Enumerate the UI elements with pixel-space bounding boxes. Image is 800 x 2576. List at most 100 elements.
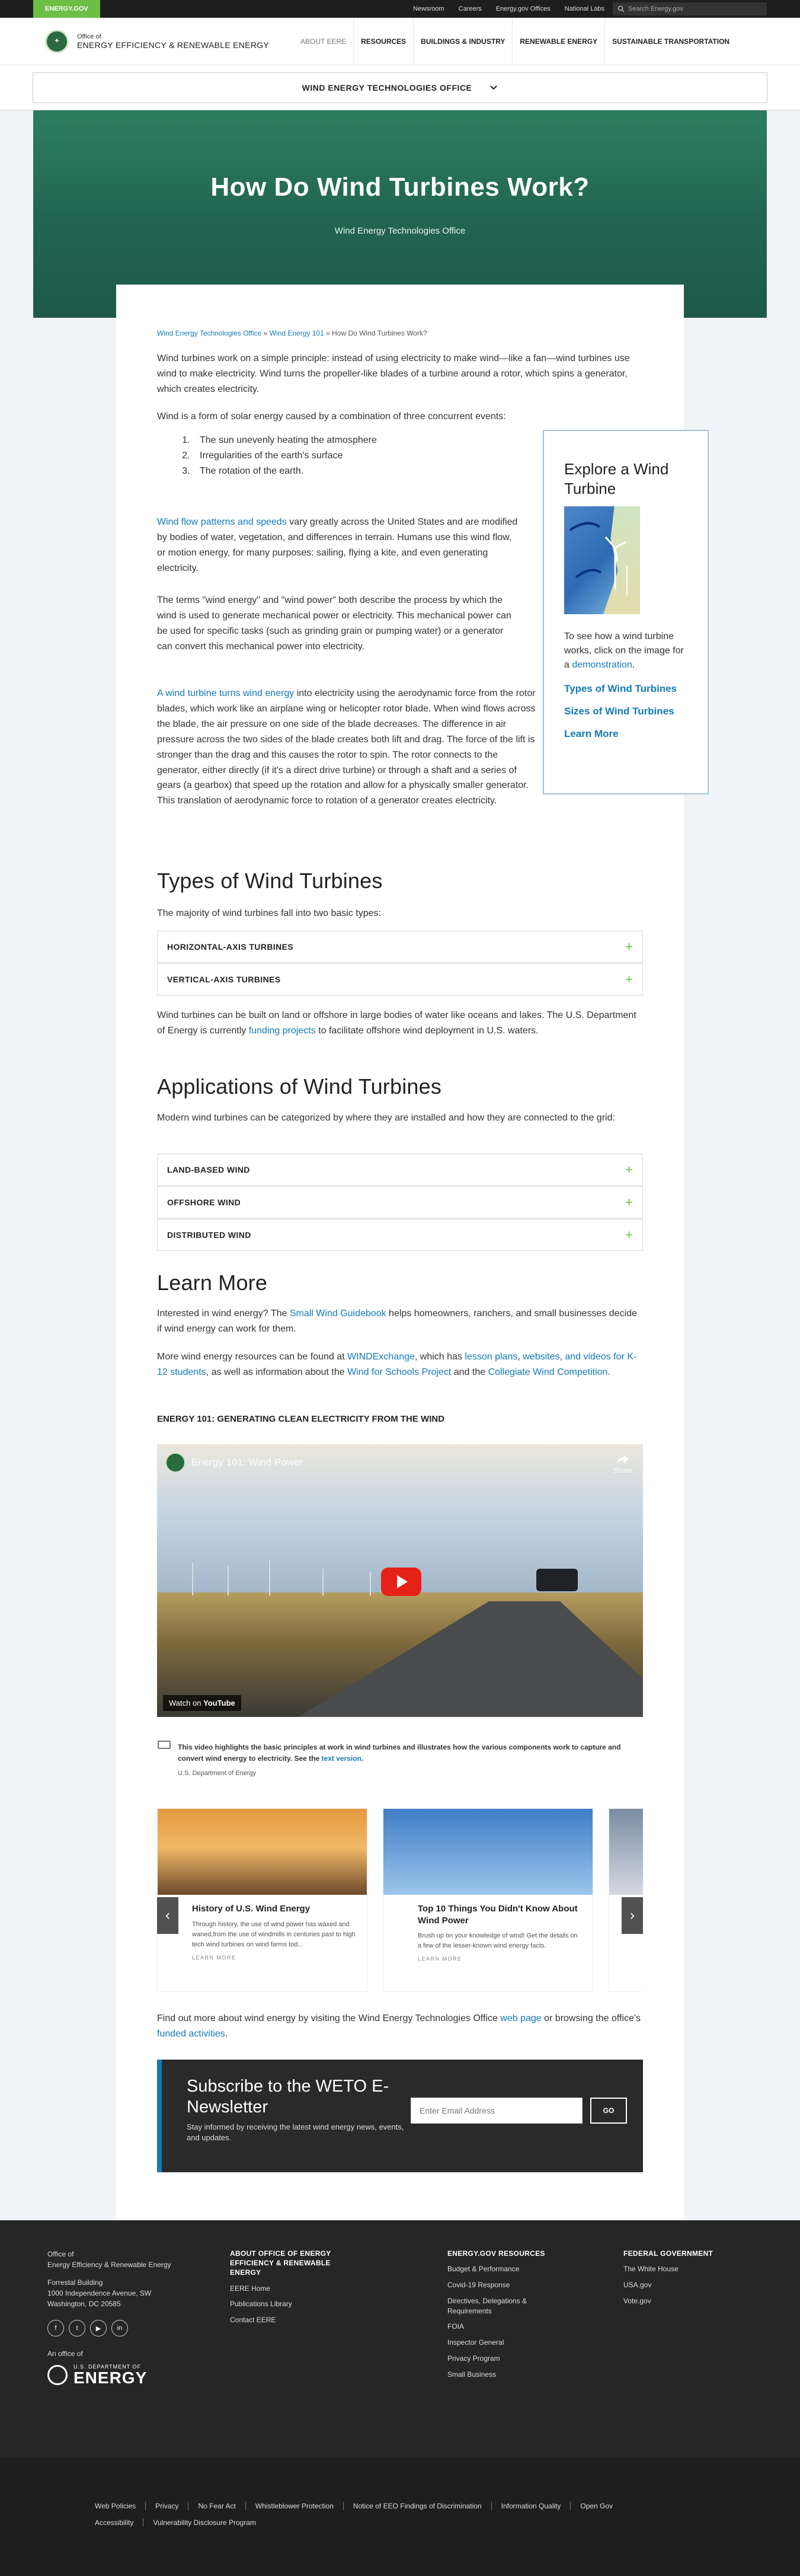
wind-flow-link[interactable]: Wind flow patterns and speeds [157,517,287,527]
footer-link[interactable]: EERE Home [230,2284,348,2294]
energy-gov-tab[interactable]: ENERGY.GOV [33,0,100,18]
carousel-next-button[interactable]: › [622,1897,643,1934]
footer-policy-link[interactable]: Accessibility [95,2518,143,2527]
nav-buildings-industry[interactable]: BUILDINGS & INDUSTRY [413,18,512,65]
footer-link[interactable]: Inspector General [447,2338,566,2348]
outro-text: Find out more about wind energy by visit… [157,2013,501,2023]
watch-on-youtube-button[interactable]: Watch on YouTube [163,1695,241,1711]
footer-link[interactable]: USA.gov [623,2280,742,2290]
footer-policy-link[interactable]: No Fear Act [188,2502,245,2510]
twitter-icon[interactable]: t [69,2320,85,2336]
card-image-sunset-turbines [158,1809,367,1895]
breadcrumb-link-weto[interactable]: Wind Energy Technologies Office [157,329,261,337]
wind-turbine-link[interactable]: A wind turbine turns wind energy [157,688,294,698]
carousel-card[interactable]: Top 10 Things You Didn't Know About Wind… [383,1808,593,1992]
footer-link[interactable]: FOIA [447,2322,566,2332]
utility-link-offices[interactable]: Energy.gov Offices [496,5,551,12]
learn-text: , as well as information about the [206,1367,348,1377]
channel-avatar [165,1453,185,1473]
footer-office-name[interactable]: Energy Efficiency & Renewable Energy [47,2259,201,2270]
carousel-prev-button[interactable]: ‹ [157,1897,178,1934]
email-field[interactable] [411,2098,583,2124]
search-input[interactable]: Search Energy.gov [613,2,767,15]
nav-sustainable-transportation[interactable]: SUSTAINABLE TRANSPORTATION [604,18,737,65]
intro-paragraph: Wind flow patterns and speeds vary great… [157,515,519,576]
share-label: Share [613,1466,632,1474]
share-button[interactable]: Share [613,1454,632,1474]
learn-paragraph: More wind energy resources can be found … [157,1349,643,1380]
accordion-vertical-axis[interactable]: VERTICAL-AXIS TURBINES + [157,963,643,995]
footer-policy-link[interactable]: Privacy [145,2502,188,2510]
footer-policy-link[interactable]: Notice of EEO Findings of Discrimination [343,2502,491,2510]
youtube-logo: YouTube [203,1699,235,1707]
plus-icon: + [625,939,633,954]
footer-policy-link[interactable]: Information Quality [491,2502,571,2510]
lesson-plans-link[interactable]: lesson plans [465,1352,517,1362]
footer-link[interactable]: Covid-19 Response [447,2280,566,2290]
windexchange-link[interactable]: WINDExchange [347,1352,415,1362]
card-description: Brush up on your knowledge of wind! Get … [418,1932,578,1950]
nav-resources[interactable]: RESOURCES [353,18,413,65]
video-credit: U.S. Department of Energy [178,1770,257,1777]
accordion-offshore[interactable]: OFFSHORE WIND + [157,1186,643,1218]
sidebar-link-learn-more[interactable]: Learn More [564,728,687,740]
footer-link[interactable]: The White House [623,2264,742,2274]
small-wind-guidebook-link[interactable]: Small Wind Guidebook [290,1308,386,1319]
doe-logo[interactable]: U.S. DEPARTMENT OF ENERGY [47,2364,201,2386]
footer-link[interactable]: Small Business [447,2370,566,2380]
intro-paragraph: The terms "wind energy" and "wind power"… [157,595,511,652]
footer-policy-link[interactable]: Web Policies [95,2502,145,2510]
funding-projects-link[interactable]: funding projects [249,1026,316,1036]
sidebar-link-sizes[interactable]: Sizes of Wind Turbines [564,706,687,717]
websites-link[interactable]: websites [523,1352,559,1362]
accordion-land-based[interactable]: LAND-BASED WIND + [157,1154,643,1186]
footer-policy-link[interactable]: Whistleblower Protection [245,2502,343,2510]
video-heading: ENERGY 101: GENERATING CLEAN ELECTRICITY… [157,1414,445,1424]
funded-activities-link[interactable]: funded activities [157,2029,225,2039]
youtube-icon[interactable]: ▶ [90,2320,107,2336]
demonstration-link[interactable]: demonstration [572,660,632,670]
nav-about-eere[interactable]: ABOUT EERE [293,18,353,65]
outro-text: or browsing the office's [541,2013,641,2023]
wind-for-schools-link[interactable]: Wind for Schools Project [347,1367,451,1377]
footer-link[interactable]: Privacy Program [447,2354,566,2364]
carousel-card[interactable]: History of U.S. Wind Energy Through hist… [157,1808,367,1992]
play-button[interactable] [381,1568,421,1596]
footer-link[interactable]: Directives, Delegations & Requirements [447,2296,566,2316]
footer-policy-link[interactable]: Vulnerability Disclosure Program [143,2518,265,2527]
plus-icon: + [625,1195,633,1209]
subscribe-go-button[interactable]: GO [590,2098,627,2124]
card-learn-more[interactable]: LEARN MORE [158,1950,367,1961]
eere-logo[interactable]: ✦ Office of ENERGY EFFICIENCY & RENEWABL… [45,29,269,53]
card-learn-more[interactable]: LEARN MORE [383,1951,593,1962]
types-intro: The majority of wind turbines fall into … [157,908,381,918]
web-page-link[interactable]: web page [500,2013,541,2023]
intro-paragraph: Wind is a form of solar energy caused by… [157,411,506,422]
sidebar-link-types[interactable]: Types of Wind Turbines [564,683,687,695]
facebook-icon[interactable]: f [47,2320,64,2336]
video-player[interactable]: Energy 101: Wind Power Share Watch on Yo… [157,1444,643,1717]
utility-link-labs[interactable]: National Labs [565,5,604,12]
utility-link-careers[interactable]: Careers [459,5,482,12]
learn-text: and the [451,1367,488,1377]
accordion-distributed[interactable]: DISTRIBUTED WIND + [157,1219,643,1251]
utility-link-newsroom[interactable]: Newsroom [413,5,444,12]
footer-heading: ENERGY.GOV RESOURCES [447,2249,545,2258]
footer-link[interactable]: Contact EERE [230,2315,348,2325]
footer-policy-link[interactable]: Open Gov [570,2502,622,2510]
office-subnav: WIND ENERGY TECHNOLOGIES OFFICE [0,65,800,110]
footer-heading: ABOUT OFFICE OF ENERGY EFFICIENCY & RENE… [230,2249,331,2277]
text-version-link[interactable]: text version [322,1754,361,1763]
breadcrumb-link-wind101[interactable]: Wind Energy 101 [270,329,324,337]
footer-link[interactable]: Vote.gov [623,2296,742,2306]
sidebar-text: To see how a wind turbine works, click o… [564,631,684,670]
office-menu-toggle[interactable]: WIND ENERGY TECHNOLOGIES OFFICE [33,72,767,103]
linkedin-icon[interactable]: in [111,2320,128,2336]
turbine-animation-image[interactable] [564,506,640,614]
search-placeholder: Search Energy.gov [628,5,683,12]
collegiate-wind-link[interactable]: Collegiate Wind Competition [488,1367,608,1377]
accordion-horizontal-axis[interactable]: HORIZONTAL-AXIS TURBINES + [157,931,643,963]
footer-link[interactable]: Budget & Performance [447,2264,566,2274]
footer-link[interactable]: Publications Library [230,2299,348,2309]
nav-renewable-energy[interactable]: RENEWABLE ENERGY [512,18,604,65]
